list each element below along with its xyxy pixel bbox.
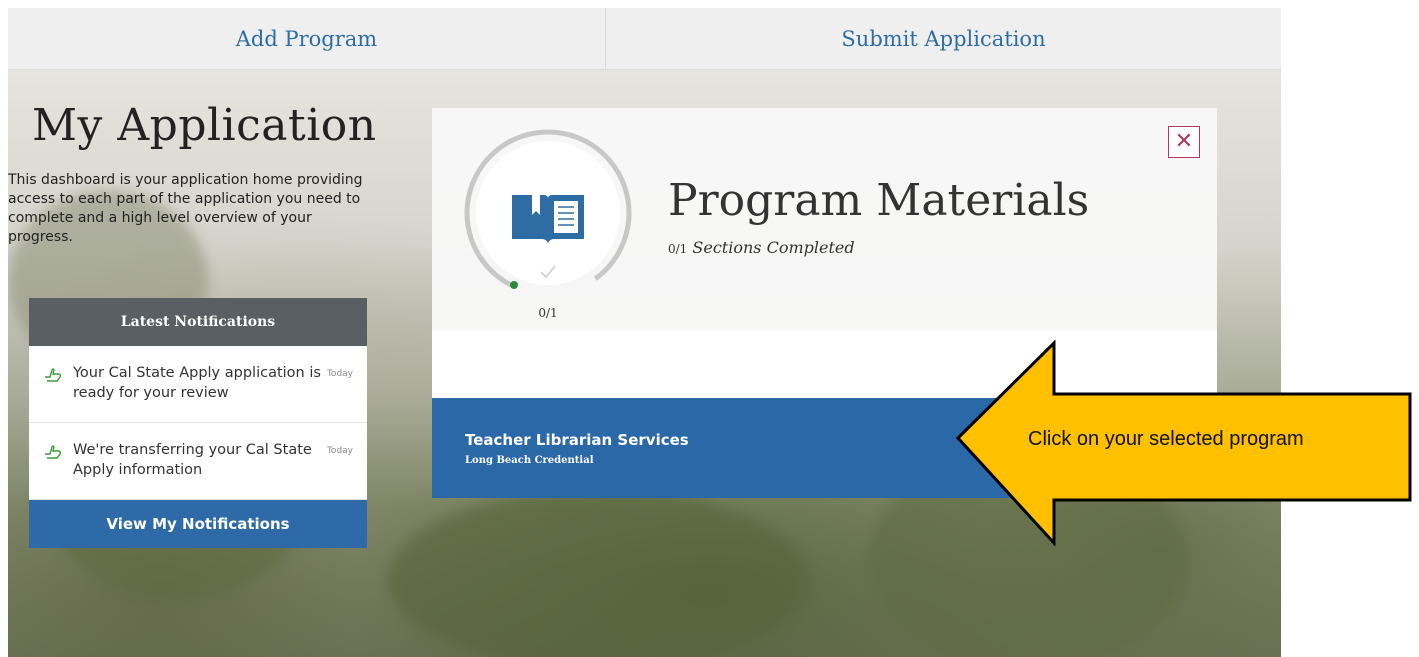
notification-item[interactable]: We're transferring your Cal State Apply … (29, 423, 367, 500)
book-icon (512, 195, 584, 243)
notification-time: Today (326, 369, 353, 379)
submit-application-tab[interactable]: Submit Application (606, 8, 1281, 70)
page-title: My Application (32, 100, 377, 151)
notifications-panel: Latest Notifications Your Cal State Appl… (29, 298, 367, 548)
notification-item[interactable]: Your Cal State Apply application is read… (29, 346, 367, 423)
completed-label: Sections Completed (692, 238, 855, 257)
program-campus: Long Beach Credential (465, 455, 594, 466)
top-nav: Add Program Submit Application (8, 8, 1281, 70)
notifications-header: Latest Notifications (29, 298, 367, 346)
progress-ring-label: 0/1 (538, 306, 558, 320)
progress-ring-start-dot (510, 281, 518, 289)
callout-text: Click on your selected program (1028, 428, 1304, 450)
thumbs-up-icon (45, 445, 62, 459)
view-notifications-button[interactable]: View My Notifications (29, 500, 367, 548)
close-icon: ✕ (1174, 129, 1194, 154)
notification-text: We're transferring your Cal State Apply … (73, 442, 312, 478)
completed-fraction: 0/1 (668, 242, 688, 256)
add-program-tab[interactable]: Add Program (8, 8, 606, 70)
materials-subtitle: 0/1 Sections Completed (668, 238, 855, 257)
program-name: Teacher Librarian Services (465, 431, 689, 449)
intro-text: This dashboard is your application home … (8, 172, 363, 245)
close-button[interactable]: ✕ (1168, 126, 1200, 158)
materials-title: Program Materials (668, 175, 1090, 226)
thumbs-up-icon (45, 368, 62, 382)
progress-ring (464, 129, 632, 297)
notification-text: Your Cal State Apply application is read… (73, 365, 321, 401)
notification-time: Today (326, 446, 353, 456)
